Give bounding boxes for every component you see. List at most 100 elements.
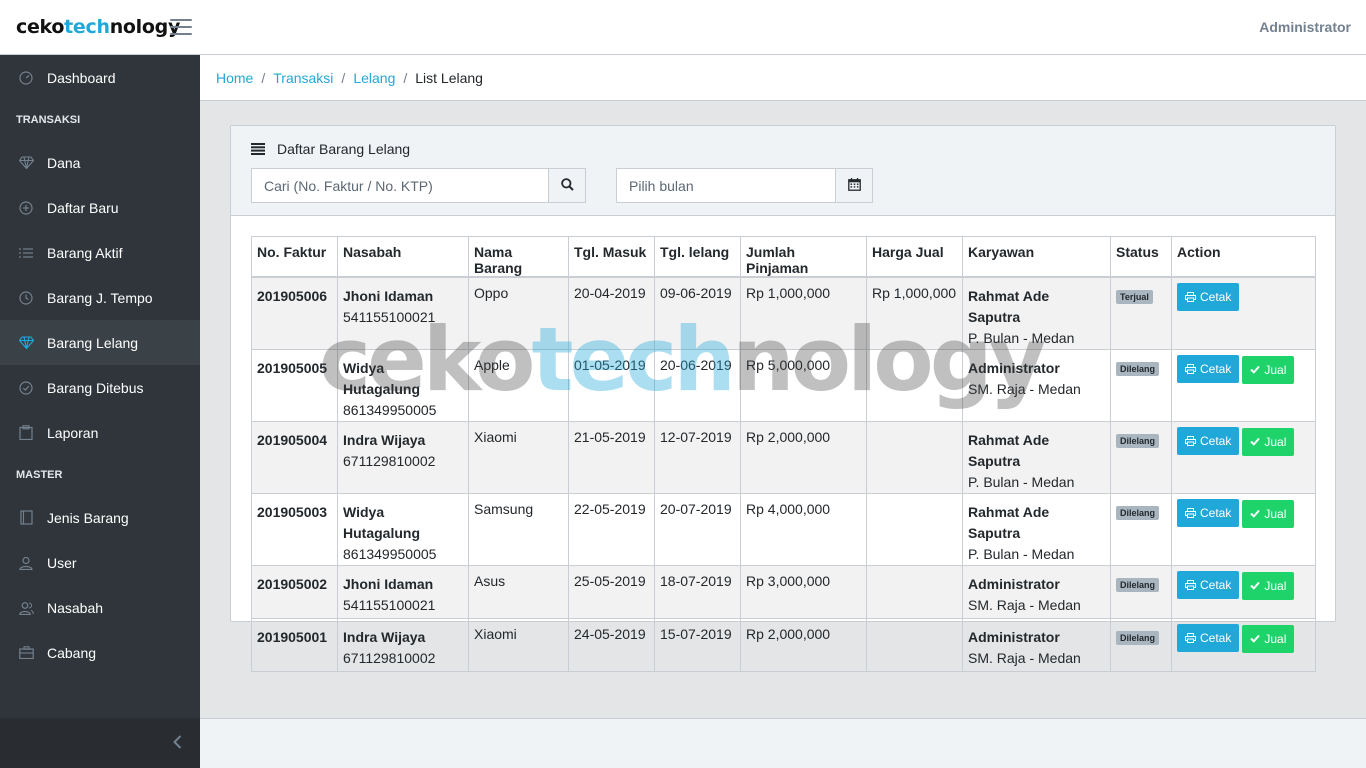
breadcrumb-transaksi[interactable]: Transaksi [273,70,333,86]
sidebar-item-laporan[interactable]: Laporan [0,410,200,455]
print-icon [1185,508,1196,518]
sidebar-item-user[interactable]: User [0,540,200,585]
diamond-icon [18,335,34,351]
column-header: Action [1171,236,1316,278]
chevron-left-icon [173,734,182,752]
brand-logo[interactable]: cekotechnology [0,16,180,38]
sell-button[interactable]: Jual [1242,571,1295,600]
print-button[interactable]: Cetak [1177,571,1240,599]
column-header: Nama Barang [468,236,569,278]
print-button[interactable]: Cetak [1177,427,1240,455]
masuk-cell: 25-05-2019 [568,565,655,619]
sidebar-item-barang-ditebus[interactable]: Barang Ditebus [0,365,200,410]
print-button-label: Cetak [1200,578,1232,592]
month-picker-input[interactable] [616,168,835,203]
search-button[interactable] [548,168,586,203]
app-header: cekotechnology Administrator [0,0,1366,55]
check-circle-icon [18,380,34,396]
check-icon [1250,509,1261,518]
branch-name: SM. Raja - Medan [968,597,1081,613]
calendar-button[interactable] [835,168,873,203]
status-cell: Dilelang [1110,349,1172,422]
harga-cell [866,349,963,422]
breadcrumb-home[interactable]: Home [216,70,253,86]
employee-cell: Administrator SM. Raja - Medan [962,618,1111,672]
status-badge: Dilelang [1116,434,1160,448]
book-icon [18,510,34,526]
employee-name: Rahmat Ade Saputra [968,432,1050,469]
check-icon [1250,581,1261,590]
column-header: Status [1110,236,1172,278]
print-button-label: Cetak [1200,362,1232,376]
sidebar-item-daftar-baru[interactable]: Daftar Baru [0,185,200,230]
print-icon [1185,580,1196,590]
customer-name: Indra Wijaya [343,432,426,448]
status-badge: Dilelang [1116,362,1160,376]
status-cell: Terjual [1110,276,1172,350]
diamond-icon [18,155,34,171]
plus-circle-icon [18,200,34,216]
branch-name: P. Bulan - Medan [968,330,1075,346]
sell-button[interactable]: Jual [1242,355,1295,384]
barang-cell: Xiaomi [468,421,569,494]
sidebar-minimize-button[interactable] [0,718,200,768]
sidebar-item-jenis-barang[interactable]: Jenis Barang [0,495,200,540]
sidebar-item-label: Dashboard [47,69,116,86]
customer-cell: Widya Hutagalung 861349950005 [337,349,469,422]
column-header: Tgl. lelang [654,236,741,278]
check-icon [1250,634,1261,643]
check-icon [1250,365,1261,374]
clipboard-icon [18,425,34,441]
search-group [251,168,586,203]
card-title: Daftar Barang Lelang [251,140,1315,158]
header-user-name[interactable]: Administrator [1259,19,1351,35]
sell-button[interactable]: Jual [1242,624,1295,653]
print-button[interactable]: Cetak [1177,624,1240,652]
breadcrumb-current: List Lelang [415,69,483,86]
table-row: 201905004 Indra Wijaya 671129810002 Xiaomi 2… [251,421,1316,494]
branch-name: SM. Raja - Medan [968,381,1081,397]
barang-cell: Samsung [468,493,569,566]
sell-button-label: Jual [1264,506,1287,521]
invoice-number-cell: 201905001 [251,618,338,672]
print-button[interactable]: Cetak [1177,355,1240,383]
search-input[interactable] [251,168,548,203]
status-cell: Dilelang [1110,421,1172,494]
sidebar-item-barang-aktif[interactable]: Barang Aktif [0,230,200,275]
sidebar-item-barang-j-tempo[interactable]: Barang J. Tempo [0,275,200,320]
action-cell: Cetak [1171,276,1316,350]
sidebar-item-label: Barang Aktif [47,244,123,261]
filters [251,168,1315,203]
breadcrumb-separator: / [341,69,346,86]
sidebar-item-cabang[interactable]: Cabang [0,630,200,675]
sidebar-item-dashboard[interactable]: Dashboard [0,55,200,100]
nav-section-title: TRANSAKSI [16,114,81,126]
lelang-cell: 09-06-2019 [654,276,741,350]
pinjaman-cell: Rp 4,000,000 [740,493,867,566]
employee-cell: Administrator SM. Raja - Medan [962,565,1111,619]
harga-cell [866,493,963,566]
sidebar: Dashboard TRANSAKSI Dana Daftar Baru Barang … [0,55,200,768]
sidebar-item-nasabah[interactable]: Nasabah [0,585,200,630]
print-button[interactable]: Cetak [1177,283,1240,311]
sidebar-toggle-icon[interactable] [170,19,192,35]
customer-cell: Widya Hutagalung 861349950005 [337,493,469,566]
customer-name: Jhoni Idaman [343,576,434,592]
sidebar-item-dana[interactable]: Dana [0,140,200,185]
column-header: Harga Jual [866,236,963,278]
print-button[interactable]: Cetak [1177,499,1240,527]
sell-button[interactable]: Jual [1242,499,1295,528]
customer-name: Widya Hutagalung [343,360,420,397]
breadcrumb-lelang[interactable]: Lelang [353,70,395,86]
check-icon [1250,437,1261,446]
employee-cell: Rahmat Ade Saputra P. Bulan - Medan [962,493,1111,566]
table-row: 201905006 Jhoni Idaman 541155100021 Oppo 20-… [251,276,1316,350]
sell-button[interactable]: Jual [1242,427,1295,456]
sidebar-item-barang-lelang[interactable]: Barang Lelang [0,320,200,365]
table-header-row: No. Faktur Nasabah Nama Barang Tgl. Masuk Tg… [251,236,1316,278]
barang-cell: Asus [468,565,569,619]
invoice-number-cell: 201905002 [251,565,338,619]
sidebar-item-label: Laporan [47,424,99,441]
breadcrumb-separator: / [261,69,266,86]
branch-name: SM. Raja - Medan [968,650,1081,666]
